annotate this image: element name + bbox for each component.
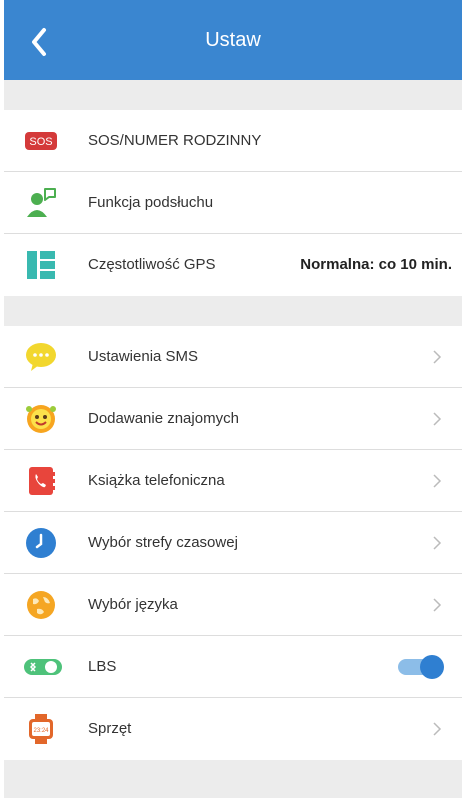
chevron-right-icon [433,598,442,612]
timezone-row[interactable]: Wybór strefy czasowej [4,512,462,574]
add-friends-row[interactable]: Dodawanie znajomych [4,388,462,450]
sos-number-row[interactable]: SOS SOS/NUMER RODZINNY [4,110,462,172]
chevron-right-icon [433,536,442,550]
gps-frequency-value: Normalna: co 10 min. [300,256,452,273]
gps-list-icon [27,251,55,279]
language-label: Wybór języka [88,596,178,613]
gps-frequency-label: Częstotliwość GPS [88,256,216,273]
bottom-spacer [4,760,462,798]
sos-badge-text: SOS [29,136,52,148]
screen: Ustaw SOS SOS/NUMER RODZINNY Funkcja pod… [4,0,462,798]
chevron-right-icon [433,350,442,364]
sos-icon: SOS [25,132,57,150]
sms-settings-label: Ustawienia SMS [88,348,199,365]
timezone-label: Wybór strefy czasowej [88,534,238,551]
sos-number-label: SOS/NUMER RODZINNY [88,132,262,149]
section-divider [4,80,462,110]
listen-function-label: Funkcja podsłuchu [88,194,214,211]
lbs-toggle[interactable] [396,653,446,681]
settings-section-primary: SOS SOS/NUMER RODZINNY Funkcja podsłuchu… [4,110,462,296]
sms-icon [26,343,56,371]
lbs-label: LBS [88,658,117,675]
gps-frequency-row[interactable]: Częstotliwość GPS Normalna: co 10 min. [4,234,462,296]
listen-icon [27,188,56,217]
add-friends-label: Dodawanie znajomych [88,410,239,427]
page-title: Ustaw [205,29,261,51]
phonebook-label: Książka telefoniczna [88,472,225,489]
clock-icon [26,528,56,558]
chevron-right-icon [433,722,442,736]
device-label: Sprzęt [88,720,132,737]
settings-section-secondary: Ustawienia SMS Dodawanie znajomych Książ… [4,326,462,760]
chevron-right-icon [433,474,442,488]
phonebook-icon [29,467,55,495]
chevron-right-icon [433,412,442,426]
globe-icon [27,591,55,619]
sms-settings-row[interactable]: Ustawienia SMS [4,326,462,388]
friend-icon [26,405,56,433]
lbs-row[interactable]: LBS [4,636,462,698]
lbs-toggle-icon [24,659,62,675]
watch-icon: 23:24 [29,714,53,744]
phonebook-row[interactable]: Książka telefoniczna [4,450,462,512]
watch-time-text: 23:24 [33,728,49,734]
device-row[interactable]: 23:24 Sprzęt [4,698,462,760]
section-divider [4,296,462,326]
top-bar: Ustaw [4,0,462,80]
listen-function-row[interactable]: Funkcja podsłuchu [4,172,462,234]
language-row[interactable]: Wybór języka [4,574,462,636]
